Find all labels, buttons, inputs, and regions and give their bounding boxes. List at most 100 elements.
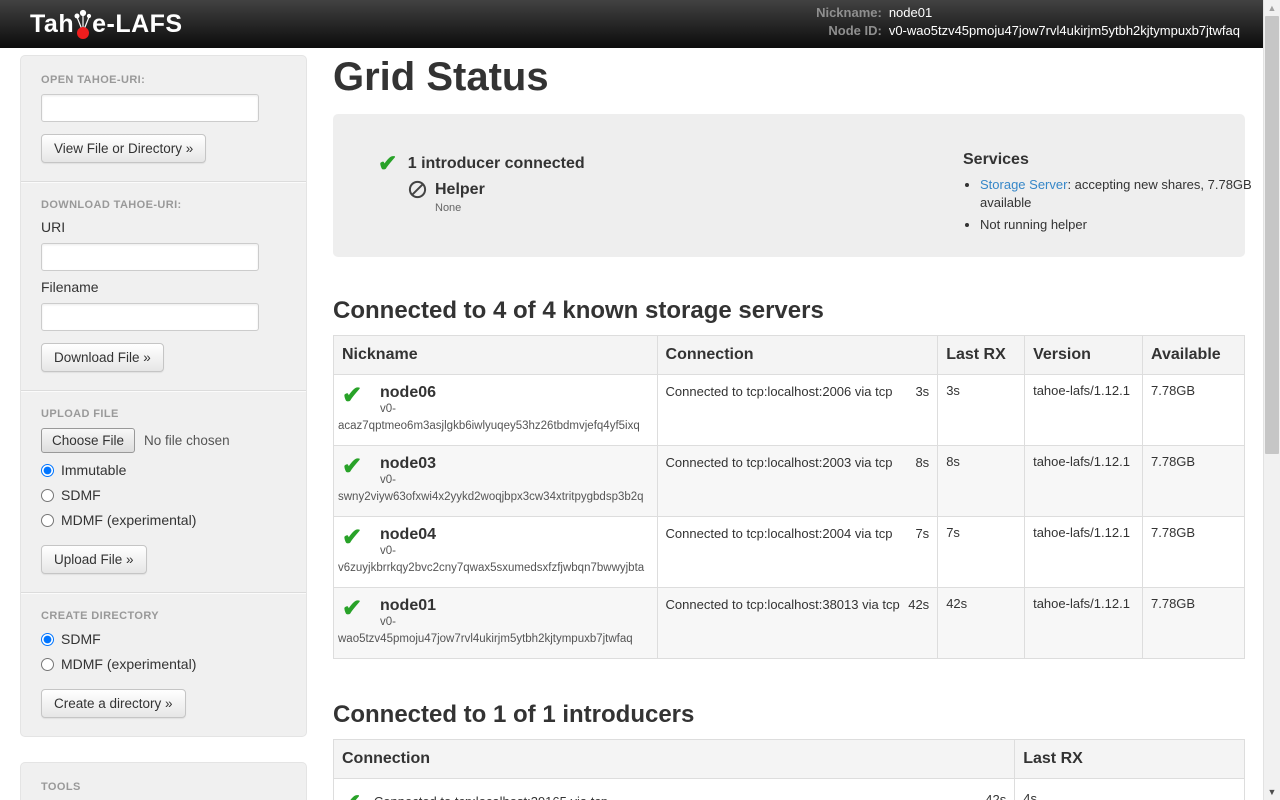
logo-text-suffix: e-LAFS — [92, 10, 183, 39]
available-cell: 7.78GB — [1143, 375, 1245, 446]
introducers-table: Connection Last RX 42s ✔ Connected to tc… — [333, 739, 1245, 800]
connection-cell: 42s Connected to tcp:localhost:38013 via… — [657, 588, 938, 659]
dir-sdmf-radio[interactable] — [41, 633, 54, 646]
nickname-label: Nickname: — [816, 6, 882, 20]
connection-text: Connected to tcp:localhost:2004 via tcp — [666, 526, 893, 541]
table-row: ✔ node03 v0- swny2viyw63ofxwi4x2yykd2woq… — [334, 446, 1245, 517]
grid-status-summary: ✔ 1 introducer connected Helper None Ser… — [333, 114, 1245, 257]
nickname-value: node01 — [889, 6, 1240, 20]
dir-sdmf-radio-label: SDMF — [61, 631, 101, 647]
upload-file-button[interactable]: Upload File » — [41, 545, 147, 574]
create-directory-section: CREATE DIRECTORY SDMF MDMF (experimental… — [33, 610, 294, 720]
service-storage-server: Storage Server: accepting new shares, 7.… — [980, 176, 1263, 212]
services-panel: Services Storage Server: accepting new s… — [963, 151, 1263, 239]
node-id-value: v0-wao5tzv45pmoju47jow7rvl4ukirjm5ytbh2k… — [889, 24, 1240, 38]
connected-check-icon: ✔ — [342, 789, 361, 800]
immutable-radio-label: Immutable — [61, 462, 126, 478]
col-version: Version — [1025, 336, 1143, 375]
scrollbar-thumb[interactable] — [1265, 16, 1279, 454]
sidebar: OPEN TAHOE-URI: View File or Directory »… — [20, 55, 307, 800]
storage-servers-table: Nickname Connection Last RX Version Avai… — [333, 335, 1245, 659]
services-title: Services — [963, 151, 1263, 169]
table-row: 42s ✔ Connected to tcp:localhost:39165 v… — [334, 779, 1245, 800]
create-directory-label: CREATE DIRECTORY — [41, 610, 294, 622]
nodeid-hash: v6zuyjkbrrkqy2bvc2cny7qwax5sxumedsxfzfjw… — [338, 562, 649, 576]
connection-cell: 3s Connected to tcp:localhost:2006 via t… — [657, 375, 938, 446]
tools-panel: TOOLS Recent and Active Operations — [20, 762, 307, 800]
dir-format-sdmf[interactable]: SDMF — [41, 631, 294, 647]
uri-field-label: URI — [41, 219, 294, 235]
open-uri-input[interactable] — [41, 94, 259, 122]
connected-check-icon: ✔ — [342, 525, 362, 551]
mdmf-radio[interactable] — [41, 514, 54, 527]
server-nickname: node03 — [380, 454, 649, 473]
table-row: ✔ node04 v0- v6zuyjkbrrkqy2bvc2cny7qwax5… — [334, 517, 1245, 588]
topbar: Tah e-LAFS Nickname: node01 Node ID: v0-… — [0, 0, 1280, 48]
storage-table-header-row: Nickname Connection Last RX Version Avai… — [334, 336, 1245, 375]
connection-text: Connected to tcp:localhost:2006 via tcp — [666, 384, 893, 399]
version-cell: tahoe-lafs/1.12.1 — [1025, 446, 1143, 517]
connected-duration: 42s — [985, 791, 1006, 800]
col-available: Available — [1143, 336, 1245, 375]
connection-text: Connected to tcp:localhost:38013 via tcp — [666, 597, 900, 612]
download-uri-section: DOWNLOAD TAHOE-URI: URI Filename Downloa… — [33, 199, 294, 374]
immutable-radio[interactable] — [41, 464, 54, 477]
scrollbar-up-arrow[interactable]: ▲ — [1264, 0, 1280, 16]
download-file-button[interactable]: Download File » — [41, 343, 164, 372]
upload-format-sdmf[interactable]: SDMF — [41, 487, 294, 503]
dir-mdmf-radio[interactable] — [41, 658, 54, 671]
connected-check-icon: ✔ — [342, 383, 362, 409]
nickname-cell: ✔ node03 v0- swny2viyw63ofxwi4x2yykd2woq… — [334, 446, 658, 517]
sdmf-radio[interactable] — [41, 489, 54, 502]
main-content: Grid Status ✔ 1 introducer connected Hel… — [333, 48, 1245, 800]
connection-text: Connected to tcp:localhost:39165 via tcp — [374, 794, 608, 800]
nodeid-hash: acaz7qptmeo6m3asjlgkb6iwlyuqey53hz26tbdm… — [338, 420, 649, 434]
upload-file-label: UPLOAD FILE — [41, 408, 294, 420]
download-uri-label: DOWNLOAD TAHOE-URI: — [41, 199, 294, 211]
last-rx-cell: 8s — [938, 446, 1025, 517]
scrollbar-down-arrow[interactable]: ▼ — [1264, 784, 1280, 800]
connection-cell: 8s Connected to tcp:localhost:2003 via t… — [657, 446, 938, 517]
last-rx-cell: 7s — [938, 517, 1025, 588]
last-rx-cell: 42s — [938, 588, 1025, 659]
open-uri-label: OPEN TAHOE-URI: — [41, 74, 294, 86]
dir-mdmf-radio-label: MDMF (experimental) — [61, 656, 196, 672]
connected-check-icon: ✔ — [342, 596, 362, 622]
connected-duration: 42s — [908, 596, 929, 615]
upload-file-section: UPLOAD FILE Choose File No file chosen I… — [33, 408, 294, 576]
server-nickname: node04 — [380, 525, 649, 544]
version-cell: tahoe-lafs/1.12.1 — [1025, 588, 1143, 659]
upload-format-immutable[interactable]: Immutable — [41, 462, 294, 478]
dir-format-mdmf[interactable]: MDMF (experimental) — [41, 656, 294, 672]
last-rx-cell: 3s — [938, 375, 1025, 446]
node-id-label: Node ID: — [816, 24, 882, 38]
mdmf-radio-label: MDMF (experimental) — [61, 512, 196, 528]
sidebar-divider — [21, 390, 306, 392]
connected-check-icon: ✔ — [378, 150, 397, 176]
last-rx-cell: 4s — [1015, 779, 1245, 800]
nodeid-prefix: v0- — [380, 615, 649, 630]
nodeid-hash: wao5tzv45pmoju47jow7rvl4ukirjm5ytbh2kjty… — [338, 633, 649, 647]
file-chosen-status: No file chosen — [144, 433, 230, 448]
choose-file-button[interactable]: Choose File — [41, 428, 135, 453]
nodeid-prefix: v0- — [380, 473, 649, 488]
tools-label: TOOLS — [41, 781, 294, 793]
vertical-scrollbar[interactable]: ▲ ▼ — [1263, 0, 1280, 800]
connection-text: Connected to tcp:localhost:2003 via tcp — [666, 455, 893, 470]
introducer-status-text: 1 introducer connected — [408, 155, 585, 172]
storage-server-link[interactable]: Storage Server — [980, 177, 1067, 192]
nodeid-hash: swny2viyw63ofxwi4x2yykd2woqjbpx3cw34xtri… — [338, 491, 649, 505]
connected-duration: 8s — [915, 454, 929, 473]
download-filename-input[interactable] — [41, 303, 259, 331]
create-directory-button[interactable]: Create a directory » — [41, 689, 186, 718]
nickname-cell: ✔ node01 v0- wao5tzv45pmoju47jow7rvl4uki… — [334, 588, 658, 659]
upload-format-mdmf[interactable]: MDMF (experimental) — [41, 512, 294, 528]
view-file-button[interactable]: View File or Directory » — [41, 134, 206, 163]
open-uri-section: OPEN TAHOE-URI: View File or Directory » — [33, 74, 294, 165]
nickname-cell: ✔ node04 v0- v6zuyjkbrrkqy2bvc2cny7qwax5… — [334, 517, 658, 588]
available-cell: 7.78GB — [1143, 517, 1245, 588]
connected-check-icon: ✔ — [342, 454, 362, 480]
available-cell: 7.78GB — [1143, 588, 1245, 659]
introducer-table-header-row: Connection Last RX — [334, 740, 1245, 779]
download-uri-input[interactable] — [41, 243, 259, 271]
